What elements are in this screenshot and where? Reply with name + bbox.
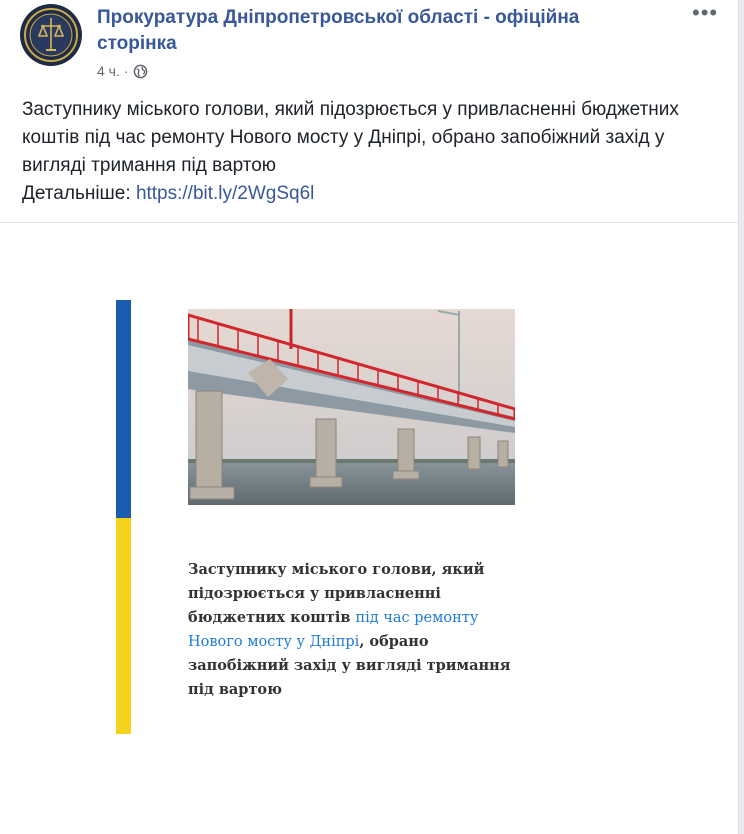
details-link[interactable]: https://bit.ly/2WgSq6l bbox=[136, 183, 314, 204]
image-caption: Заступнику міського голови, який підозрю… bbox=[188, 558, 528, 702]
more-options-icon[interactable]: ••• bbox=[692, 0, 718, 26]
bridge-photo bbox=[188, 309, 515, 505]
post-text: Заступнику міського голови, який підозрю… bbox=[22, 96, 722, 208]
page-avatar[interactable] bbox=[20, 4, 82, 66]
details-label: Детальніше: bbox=[22, 183, 136, 204]
flag-stripe-blue bbox=[116, 300, 131, 518]
post-card: Прокуратура Дніпропетровської області - … bbox=[0, 0, 739, 834]
flag-stripe-yellow bbox=[116, 518, 131, 734]
post-timestamp[interactable]: 4 ч. bbox=[97, 63, 120, 79]
meta-separator: · bbox=[123, 63, 129, 79]
post-meta: 4 ч. · bbox=[97, 63, 148, 79]
page-name-link[interactable]: Прокуратура Дніпропетровської області - … bbox=[97, 5, 657, 57]
post-body: Заступнику міського голови, який підозрю… bbox=[22, 99, 679, 176]
globe-icon[interactable] bbox=[133, 64, 148, 79]
